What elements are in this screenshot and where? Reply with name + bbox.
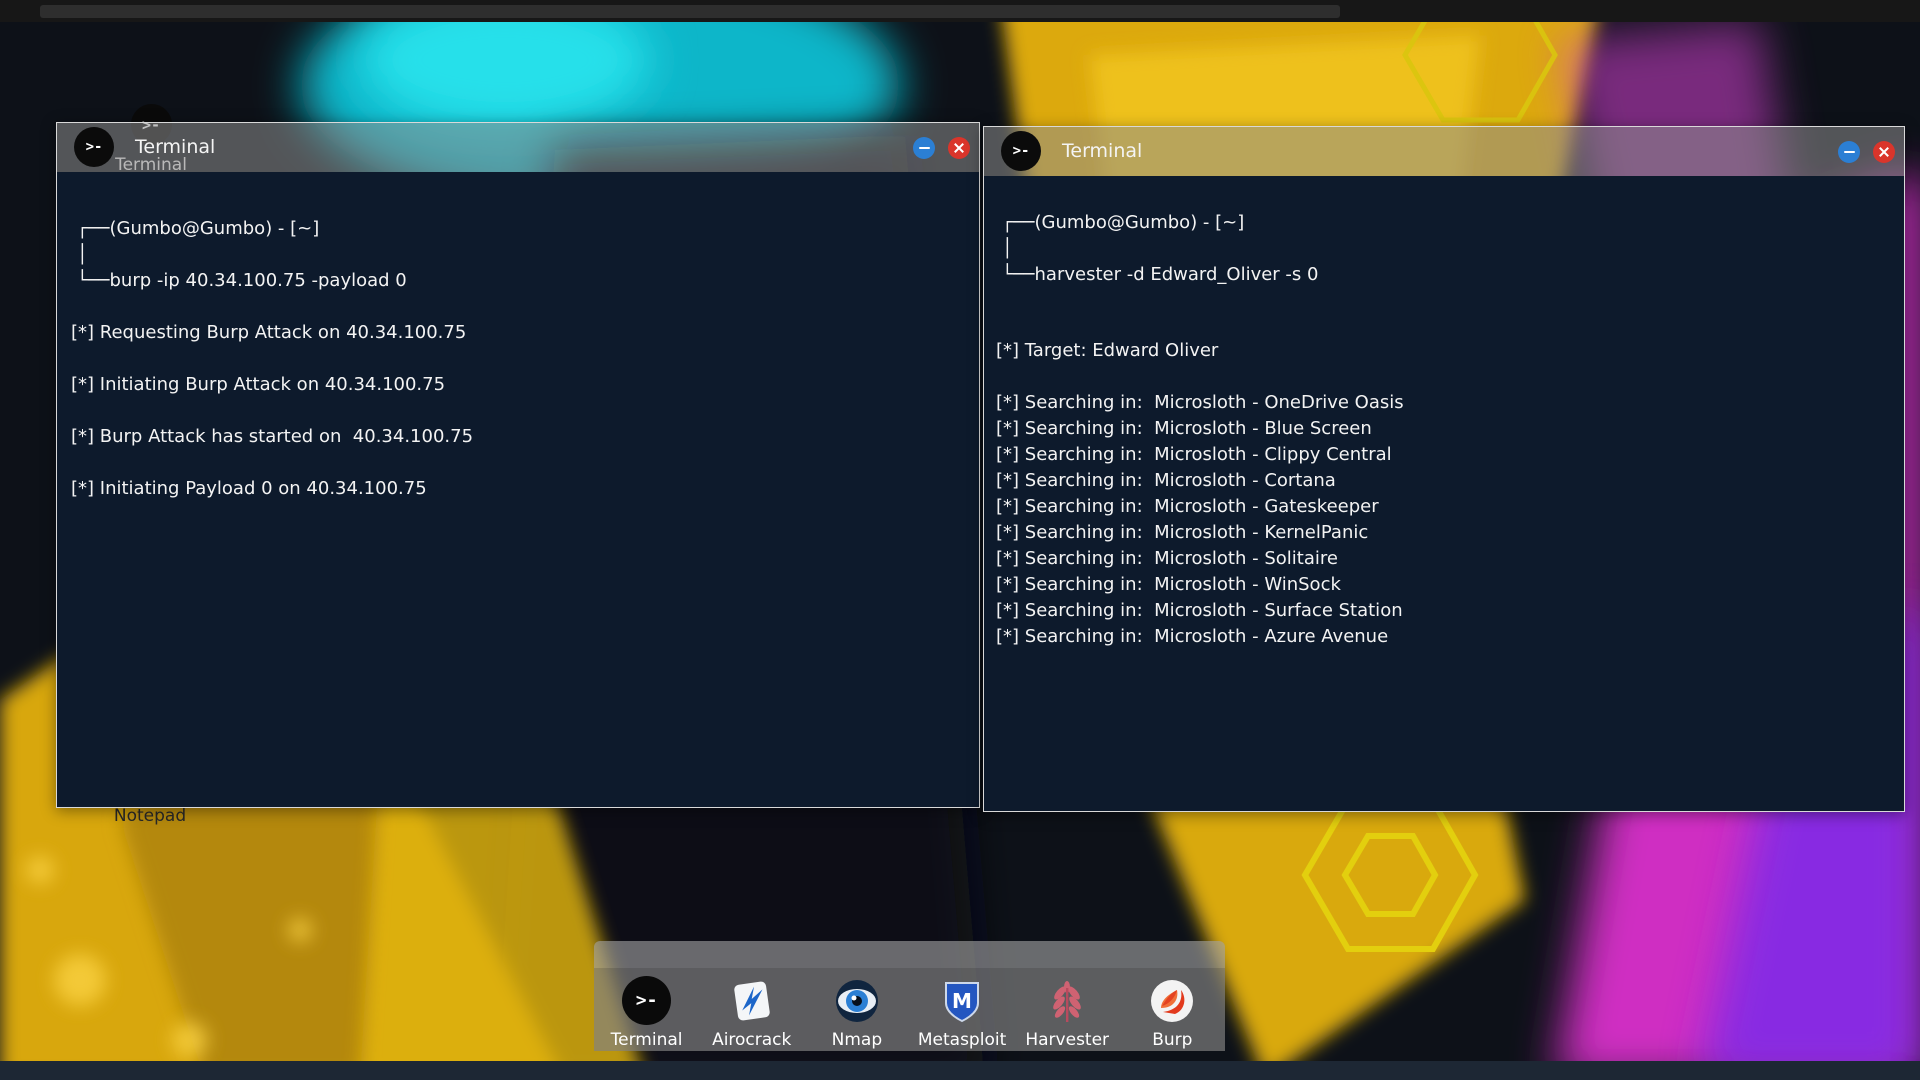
prompt-line: │ bbox=[77, 242, 961, 268]
window-title: Terminal bbox=[135, 136, 215, 158]
dock-item-label: Metasploit bbox=[918, 1030, 1006, 1050]
airocrack-icon bbox=[727, 976, 776, 1025]
terminal-output-line: [*] Burp Attack has started on 40.34.100… bbox=[71, 424, 961, 450]
bottom-strip bbox=[0, 1061, 1920, 1080]
dock-item-nmap[interactable]: Nmap bbox=[809, 976, 905, 1050]
prompt-line: │ bbox=[1002, 236, 1890, 262]
terminal-output-line: [*] Searching in: Microsloth - Clippy Ce… bbox=[996, 442, 1890, 468]
nmap-icon bbox=[832, 976, 881, 1025]
minimize-button[interactable] bbox=[1838, 141, 1860, 163]
terminal-output-area[interactable]: ┌──(Gumbo@Gumbo) - [~] │ └──burp -ip 40.… bbox=[57, 172, 979, 807]
desktop-icon-notepad[interactable]: Notepad bbox=[105, 806, 195, 826]
prompt-line: └──burp -ip 40.34.100.75 -payload 0 bbox=[77, 268, 961, 294]
top-bar-inset bbox=[40, 5, 1340, 18]
close-icon bbox=[953, 142, 965, 154]
terminal-output-line: [*] Searching in: Microsloth - Blue Scre… bbox=[996, 416, 1890, 442]
minimize-icon bbox=[1844, 151, 1855, 153]
terminal-glyph: >- bbox=[1013, 143, 1030, 159]
prompt-line: ┌──(Gumbo@Gumbo) - [~] bbox=[77, 216, 961, 242]
close-button[interactable] bbox=[1873, 141, 1895, 163]
dock-item-label: Terminal bbox=[611, 1030, 683, 1050]
terminal-output-line: [*] Searching in: Microsloth - Surface S… bbox=[996, 598, 1890, 624]
prompt-line: └──harvester -d Edward_Oliver -s 0 bbox=[1002, 262, 1890, 288]
dock-item-burp[interactable]: Burp bbox=[1124, 976, 1220, 1050]
dock: >- Terminal Airocrack bbox=[594, 941, 1225, 1051]
terminal-output-line: [*] Initiating Burp Attack on 40.34.100.… bbox=[71, 372, 961, 398]
close-icon bbox=[1878, 146, 1890, 158]
terminal-output-line: [*] Target: Edward Oliver bbox=[996, 338, 1890, 364]
desktop-icon-label: Notepad bbox=[114, 806, 186, 826]
desktop: >- Terminal Notepad >- Terminal ┌──(Gumb… bbox=[0, 0, 1920, 1080]
burp-icon bbox=[1148, 976, 1197, 1025]
window-titlebar[interactable]: >- Terminal bbox=[984, 127, 1904, 176]
metasploit-letter: M bbox=[952, 989, 972, 1013]
close-button[interactable] bbox=[948, 137, 970, 159]
terminal-window-burp: >- Terminal ┌──(Gumbo@Gumbo) - [~] │ └──… bbox=[56, 122, 980, 808]
terminal-glyph: >- bbox=[636, 990, 658, 1011]
terminal-glyph: >- bbox=[86, 139, 103, 155]
dock-item-metasploit[interactable]: M Metasploit bbox=[914, 976, 1010, 1050]
minimize-button[interactable] bbox=[913, 137, 935, 159]
terminal-output-line: [*] Requesting Burp Attack on 40.34.100.… bbox=[71, 320, 961, 346]
prompt-line: ┌──(Gumbo@Gumbo) - [~] bbox=[1002, 210, 1890, 236]
terminal-icon: >- bbox=[622, 976, 671, 1025]
prompt-block: ┌──(Gumbo@Gumbo) - [~] │ └──burp -ip 40.… bbox=[71, 216, 961, 294]
dock-handle[interactable] bbox=[594, 941, 1225, 968]
terminal-output-line: [*] Searching in: Microsloth - Solitaire bbox=[996, 546, 1890, 572]
terminal-output-line: [*] Searching in: Microsloth - KernelPan… bbox=[996, 520, 1890, 546]
terminal-output-line: [*] Searching in: Microsloth - WinSock bbox=[996, 572, 1890, 598]
prompt-block: ┌──(Gumbo@Gumbo) - [~] │ └──harvester -d… bbox=[996, 210, 1890, 288]
terminal-output-line: [*] Searching in: Microsloth - Cortana bbox=[996, 468, 1890, 494]
dock-item-label: Burp bbox=[1152, 1030, 1192, 1050]
window-titlebar[interactable]: >- Terminal bbox=[57, 123, 979, 172]
terminal-window-harvester: >- Terminal ┌──(Gumbo@Gumbo) - [~] │ └──… bbox=[983, 126, 1905, 812]
top-bar bbox=[0, 0, 1920, 22]
window-title: Terminal bbox=[1062, 140, 1142, 162]
terminal-output-line: [*] Initiating Payload 0 on 40.34.100.75 bbox=[71, 476, 961, 502]
dock-items: >- Terminal Airocrack bbox=[594, 968, 1225, 1051]
output-block: [*] Requesting Burp Attack on 40.34.100.… bbox=[71, 320, 961, 502]
dock-item-label: Nmap bbox=[832, 1030, 883, 1050]
output-block: [*] Searching in: Microsloth - OneDrive … bbox=[996, 390, 1890, 650]
minimize-icon bbox=[919, 147, 930, 149]
terminal-output-line: [*] Searching in: Microsloth - OneDrive … bbox=[996, 390, 1890, 416]
terminal-output-line: [*] Searching in: Microsloth - Azure Ave… bbox=[996, 624, 1890, 650]
terminal-output-line: [*] Searching in: Microsloth - Gateskeep… bbox=[996, 494, 1890, 520]
dock-item-harvester[interactable]: Harvester bbox=[1019, 976, 1115, 1050]
dock-item-label: Airocrack bbox=[712, 1030, 791, 1050]
dock-item-label: Harvester bbox=[1025, 1030, 1109, 1050]
harvester-icon bbox=[1043, 976, 1092, 1025]
metasploit-icon: M bbox=[938, 976, 987, 1025]
terminal-icon: >- bbox=[74, 127, 114, 167]
dock-item-terminal[interactable]: >- Terminal bbox=[599, 976, 695, 1050]
terminal-output-area[interactable]: ┌──(Gumbo@Gumbo) - [~] │ └──harvester -d… bbox=[984, 176, 1904, 811]
dock-item-airocrack[interactable]: Airocrack bbox=[704, 976, 800, 1050]
terminal-icon: >- bbox=[1001, 131, 1041, 171]
